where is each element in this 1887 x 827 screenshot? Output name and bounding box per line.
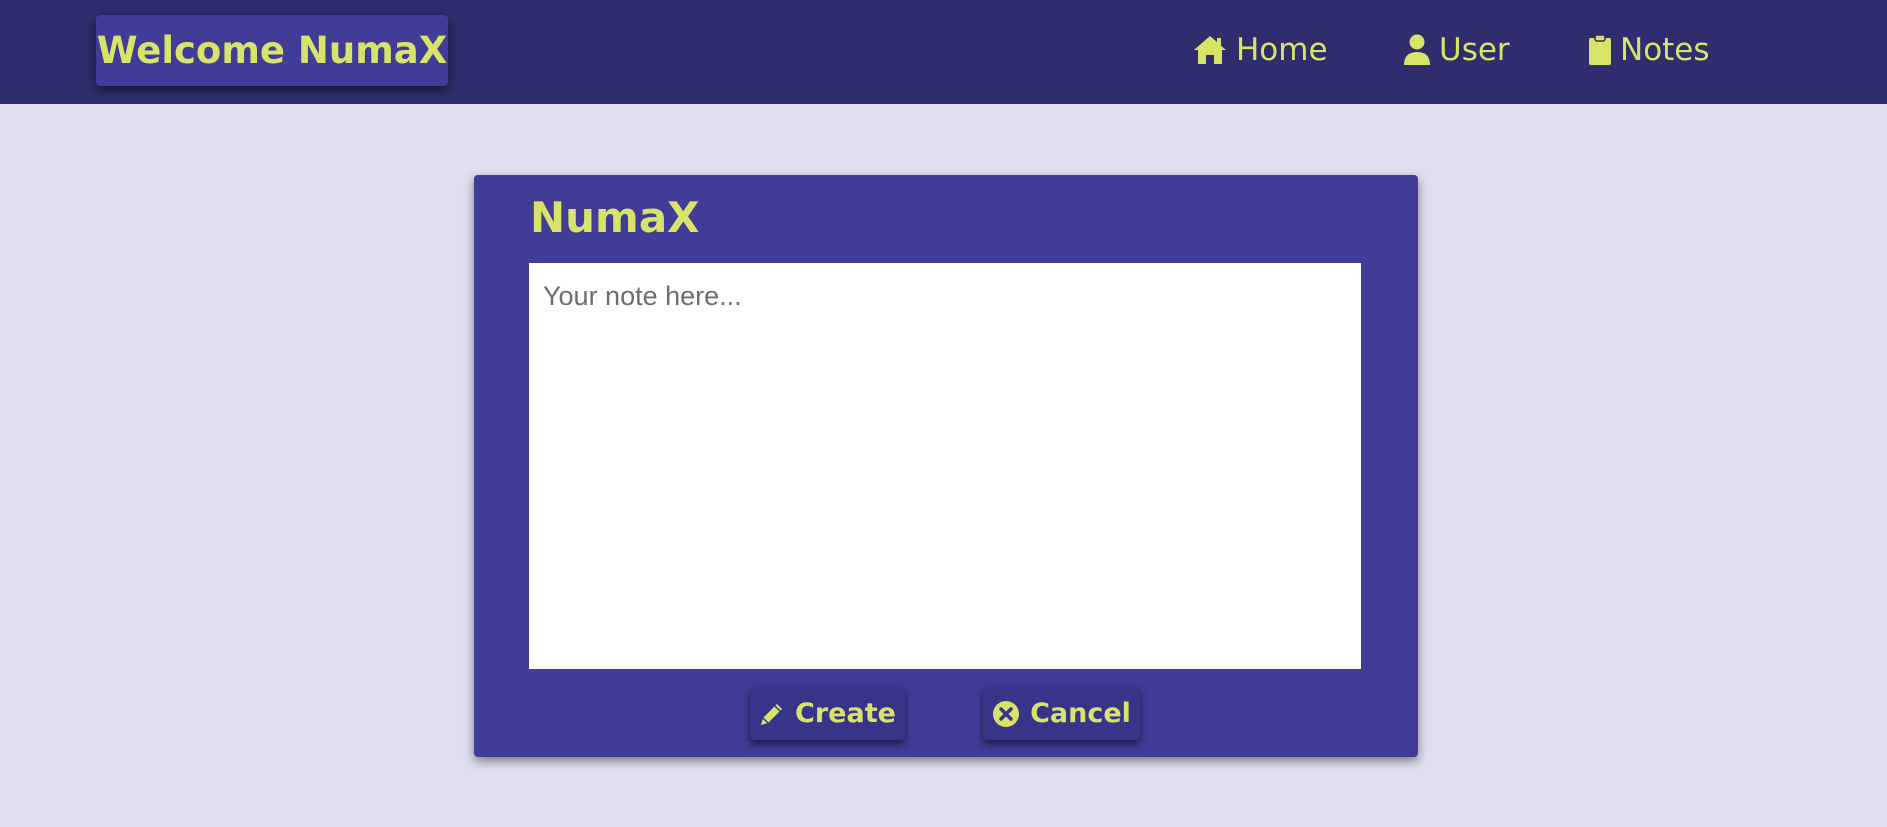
create-button-label: Create — [795, 698, 896, 729]
top-navbar: Welcome NumaX Home User Notes — [0, 0, 1887, 104]
nav-user-label: User — [1439, 32, 1510, 68]
cancel-button-label: Cancel — [1030, 698, 1131, 729]
brand-title[interactable]: Welcome NumaX — [96, 15, 448, 86]
pencil-icon — [761, 703, 783, 725]
home-icon — [1194, 36, 1226, 64]
user-icon — [1404, 34, 1430, 65]
nav-notes-link[interactable]: Notes — [1588, 28, 1710, 72]
cancel-button[interactable]: Cancel — [983, 687, 1140, 740]
nav-user-link[interactable]: User — [1403, 28, 1510, 72]
card-title: NumaX — [530, 193, 700, 242]
nav-home-label: Home — [1236, 32, 1328, 68]
clipboard-icon — [1589, 34, 1611, 65]
times-circle-icon — [993, 700, 1020, 727]
nav-home-link[interactable]: Home — [1192, 28, 1328, 72]
note-textarea[interactable] — [529, 263, 1361, 669]
note-card: NumaX Create Cancel — [474, 175, 1418, 757]
create-button[interactable]: Create — [750, 687, 905, 740]
nav-notes-label: Notes — [1620, 32, 1710, 68]
